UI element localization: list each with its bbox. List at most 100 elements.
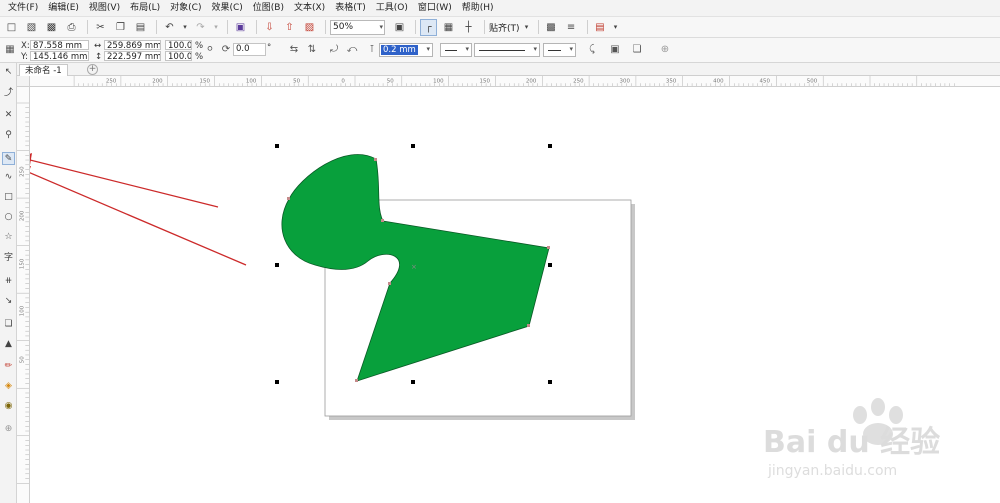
align-icon[interactable]: ≡: [563, 19, 580, 36]
menu-object[interactable]: 对象(C): [165, 0, 206, 16]
publish-pdf-icon[interactable]: ▨: [301, 19, 318, 36]
add-tool-icon[interactable]: ⊕: [2, 423, 15, 436]
zoom-level-select[interactable]: 50% ▾: [330, 19, 385, 35]
ruler-origin[interactable]: [17, 76, 30, 87]
chevron-down-icon[interactable]: ▾: [612, 19, 620, 36]
redo-dropdown-icon[interactable]: ▾: [212, 19, 220, 36]
drawing-canvas[interactable]: × Bai du 经验 jingyan.baidu.com: [20, 87, 1000, 503]
parallel-dimension-icon[interactable]: ⧺: [2, 275, 15, 288]
application-launcher-icon[interactable]: ▤: [592, 19, 609, 36]
selection-handle-top-right[interactable]: [548, 144, 552, 148]
menu-edit[interactable]: 编辑(E): [43, 0, 84, 16]
add-document-tab[interactable]: +: [87, 64, 98, 75]
text-tool-icon[interactable]: 字: [2, 252, 15, 265]
show-grid-icon[interactable]: ▦: [440, 19, 457, 36]
copy-icon[interactable]: ❐: [112, 19, 129, 36]
drop-shadow-icon[interactable]: ❏: [2, 318, 15, 331]
open-folder-icon[interactable]: ▧: [23, 19, 40, 36]
undo-icon[interactable]: ↶: [161, 19, 178, 36]
y-position-field[interactable]: 145.146 mm: [30, 51, 89, 61]
redo-icon[interactable]: ↷: [192, 19, 209, 36]
ruler-label: 500: [807, 78, 818, 84]
options-icon[interactable]: ▩: [543, 19, 560, 36]
start-arrowhead-select[interactable]: ▾: [440, 43, 472, 57]
export-icon[interactable]: ⇧: [281, 19, 298, 36]
selection-handle-right[interactable]: [548, 263, 552, 267]
close-curve-icon[interactable]: ⤹: [585, 43, 599, 57]
menu-view[interactable]: 视图(V): [84, 0, 125, 16]
cut-icon[interactable]: ✂: [92, 19, 109, 36]
full-screen-preview-icon[interactable]: ▣: [391, 19, 408, 36]
curve-node[interactable]: [547, 246, 550, 249]
chevron-down-icon[interactable]: ▾: [523, 19, 531, 36]
artistic-media-icon[interactable]: ∿: [2, 171, 15, 184]
document-tab[interactable]: 未命名 -1: [19, 64, 68, 76]
lock-ratio-icon[interactable]: ⚪: [203, 43, 217, 57]
show-rulers-icon[interactable]: ┌: [420, 18, 437, 36]
ellipse-tool-icon[interactable]: ○: [2, 211, 15, 224]
menu-window[interactable]: 窗口(W): [413, 0, 457, 16]
freehand-tool-icon[interactable]: ✎: [2, 152, 15, 165]
end-arrowhead-select[interactable]: ▾: [543, 43, 576, 57]
quick-customize-icon[interactable]: ❏: [630, 43, 644, 57]
rectangle-tool-icon[interactable]: □: [2, 191, 15, 204]
selection-handle-bottom[interactable]: [411, 380, 415, 384]
show-guidelines-icon[interactable]: ┼: [460, 19, 477, 36]
curve-node[interactable]: [374, 158, 377, 161]
search-content-icon[interactable]: ▣: [232, 19, 249, 36]
outline-width-select[interactable]: 0.2 mm ▾: [379, 43, 433, 57]
x-position-field[interactable]: 87.558 mm: [30, 40, 89, 50]
curve-node[interactable]: [388, 282, 391, 285]
eyedropper-icon[interactable]: ✏: [2, 360, 15, 373]
menu-layout[interactable]: 布局(L): [125, 0, 165, 16]
print-icon[interactable]: ⎙: [63, 19, 80, 36]
selection-handle-left[interactable]: [275, 263, 279, 267]
transparency-icon[interactable]: ▲: [2, 338, 15, 351]
scale-width-field[interactable]: 100.0: [165, 40, 192, 50]
wrap-text-icon[interactable]: ⤺: [345, 43, 359, 57]
curve-node[interactable]: [355, 379, 358, 382]
line-style-select[interactable]: ▾: [474, 43, 540, 57]
connector-tool-icon[interactable]: ↘: [2, 295, 15, 308]
polygon-tool-icon[interactable]: ☆: [2, 231, 15, 244]
import-icon[interactable]: ⇩: [261, 19, 278, 36]
zoom-tool-icon[interactable]: ⚲: [2, 129, 15, 142]
horizontal-ruler[interactable]: 250 200 150 100 50 0 50 100 150 200 250 …: [30, 76, 1000, 87]
selection-handle-bottom-right[interactable]: [548, 380, 552, 384]
menu-text[interactable]: 文本(X): [289, 0, 330, 16]
mirror-horizontal-icon[interactable]: ⇆: [287, 43, 301, 57]
object-width-field[interactable]: 259.869 mm: [104, 40, 161, 50]
to-front-icon[interactable]: ▣: [608, 43, 622, 57]
drawing-surface[interactable]: × Bai du 经验 jingyan.baidu.com: [20, 87, 1000, 503]
save-icon[interactable]: ▩: [43, 19, 60, 36]
scale-height-field[interactable]: 100.0: [165, 51, 192, 61]
menu-bitmaps[interactable]: 位图(B): [248, 0, 289, 16]
crop-tool-icon[interactable]: ✕: [2, 109, 15, 122]
selection-handle-bottom-left[interactable]: [275, 380, 279, 384]
pick-tool-icon[interactable]: ↖: [2, 66, 15, 79]
menu-tools[interactable]: 工具(O): [371, 0, 413, 16]
menu-effects[interactable]: 效果(C): [206, 0, 247, 16]
selection-handle-top-left[interactable]: [275, 144, 279, 148]
selection-handle-top[interactable]: [411, 144, 415, 148]
rotation-angle-field[interactable]: 0.0: [233, 43, 266, 56]
curve-node[interactable]: [381, 219, 384, 222]
mirror-vertical-icon[interactable]: ⇅: [305, 43, 319, 57]
convert-to-curves-icon[interactable]: ⤾: [327, 43, 341, 57]
undo-dropdown-icon[interactable]: ▾: [181, 19, 189, 36]
curve-node[interactable]: [287, 197, 290, 200]
paste-icon[interactable]: ▤: [132, 19, 149, 36]
new-document-icon[interactable]: □: [3, 19, 20, 36]
interactive-fill-icon[interactable]: ◈: [2, 380, 15, 393]
smart-fill-icon[interactable]: ◉: [2, 400, 15, 413]
curve-node[interactable]: [527, 324, 530, 327]
object-height-field[interactable]: 222.597 mm: [104, 51, 161, 61]
menu-help[interactable]: 帮助(H): [457, 0, 499, 16]
add-icon[interactable]: ⊕: [658, 43, 672, 57]
shape-tool-icon[interactable]: ⤴: [2, 87, 15, 100]
menu-file[interactable]: 文件(F): [3, 0, 43, 16]
vertical-ruler[interactable]: 250 200 150 100 50: [17, 87, 30, 503]
menu-table[interactable]: 表格(T): [330, 0, 371, 16]
snap-to-button[interactable]: 贴齐(T): [489, 21, 520, 34]
ruler-label: 200: [526, 78, 537, 84]
